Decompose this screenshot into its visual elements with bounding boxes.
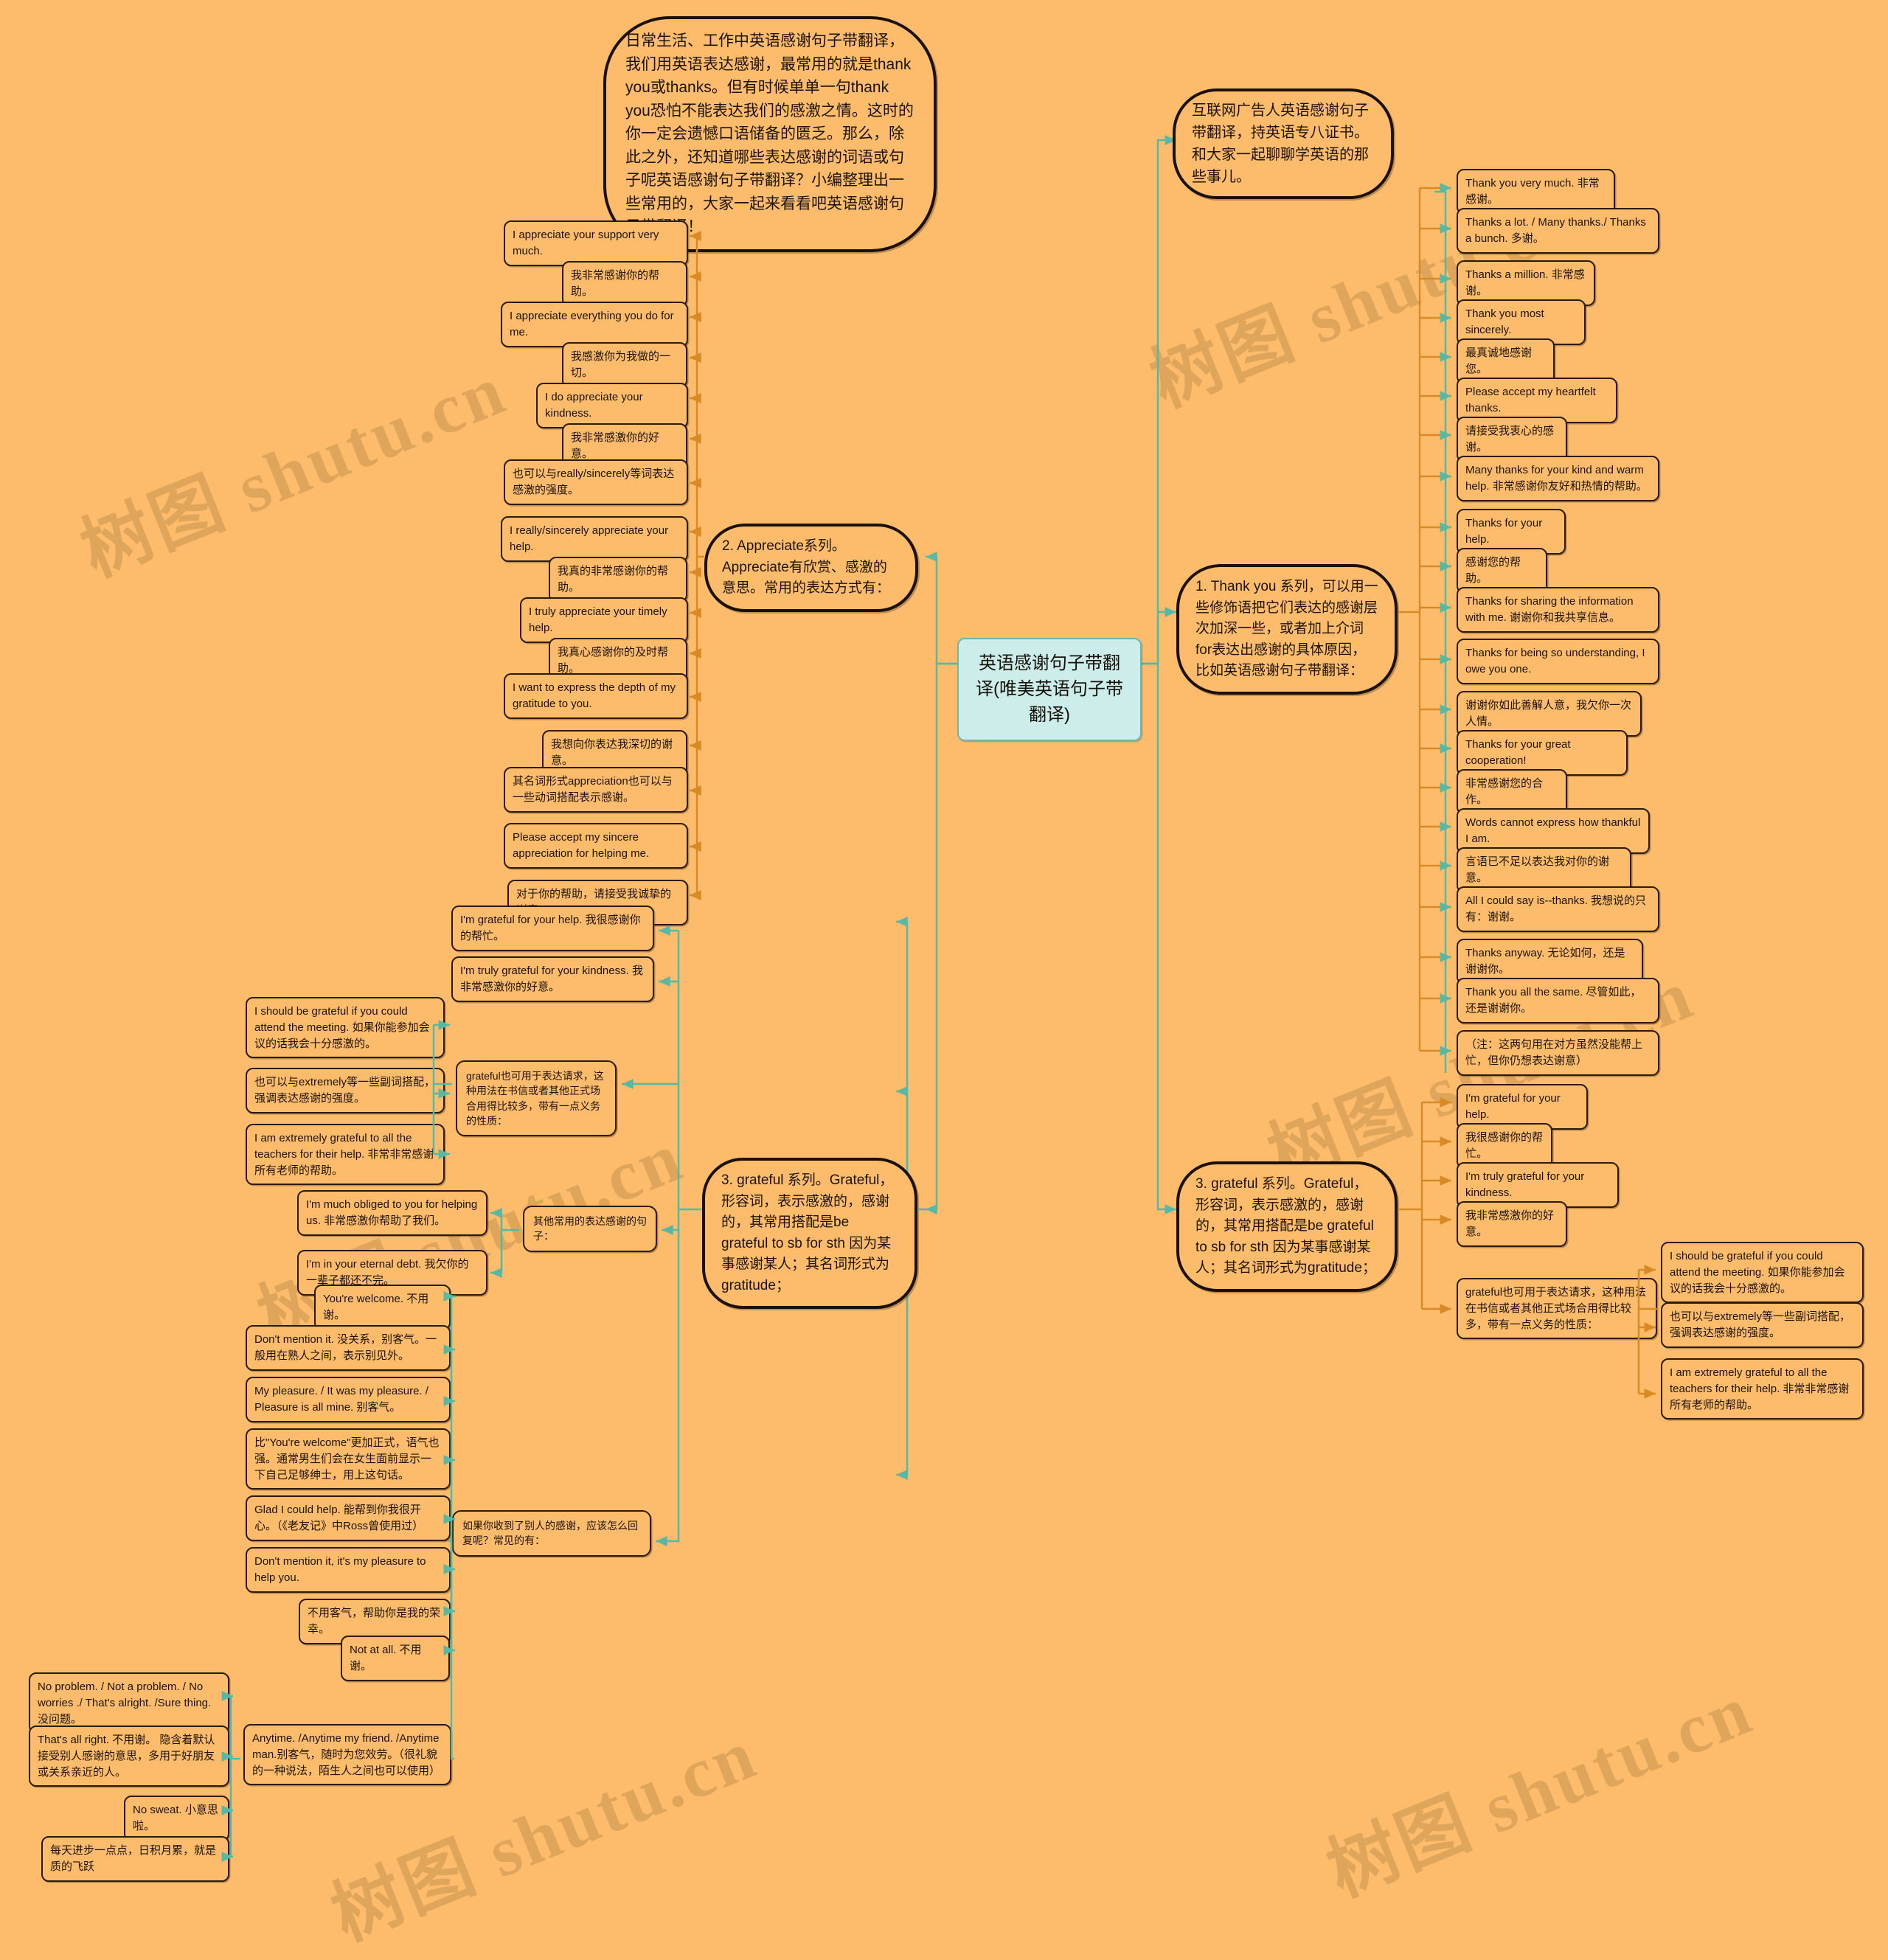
leaf-grateful-req-right-1[interactable]: 也可以与extremely等一些副词搭配，强调表达感谢的强度。 bbox=[1661, 1302, 1864, 1348]
leaf-grateful-req-left-2[interactable]: I am extremely grateful to all the teach… bbox=[246, 1124, 445, 1186]
cloud-appreciate-branch[interactable]: 2. Appreciate系列。Appreciate有欣赏、感激的意思。常用的表… bbox=[704, 524, 918, 612]
cloud-grateful-branch-left[interactable]: 3. grateful 系列。Grateful，形容词，表示感激的，感谢的，其常… bbox=[702, 1158, 917, 1309]
cloud-intro: 日常生活、工作中英语感谢句子带翻译，我们用英语表达感谢，最常用的就是thank … bbox=[603, 16, 937, 252]
leaf-grateful-req-left-0[interactable]: I should be grateful if you could attend… bbox=[246, 997, 445, 1059]
node-other-expressions[interactable]: 其他常用的表达感谢的句子： bbox=[523, 1206, 657, 1252]
leaf-anytime-2[interactable]: No sweat. 小意思啦。 bbox=[124, 1796, 229, 1841]
leaf-reply-4[interactable]: Glad I could help. 能帮到你我很开心。（《老友记》中Ross曾… bbox=[246, 1495, 451, 1541]
leaf-appreciate-1[interactable]: 我非常感谢你的帮助。 bbox=[562, 261, 687, 307]
leaf-appreciate-8[interactable]: 我真的非常感谢你的帮助。 bbox=[549, 557, 687, 602]
leaf-thankyou-11[interactable]: Thanks for being so understanding, I owe… bbox=[1457, 639, 1659, 684]
mindmap-canvas: 树图 shutu.cn 树图 shutu.cn 树图 shutu.cn 树图 s… bbox=[0, 0, 1888, 1956]
cloud-grateful-branch-right[interactable]: 3. grateful 系列。Grateful，形容词，表示感激的，感谢的，其常… bbox=[1176, 1161, 1398, 1292]
leaf-thankyou-10[interactable]: Thanks for sharing the information with … bbox=[1457, 587, 1659, 633]
leaf-reply-3[interactable]: 比"You're welcome"更加正式，语气也强。通常男生们会在女生面前显示… bbox=[246, 1428, 451, 1490]
leaf-reply-5[interactable]: Don't mention it, it's my pleasure to he… bbox=[246, 1547, 451, 1593]
leaf-grateful-left-1[interactable]: I'm truly grateful for your kindness. 我非… bbox=[451, 956, 654, 1002]
leaf-grateful-req-right-2[interactable]: I am extremely grateful to all the teach… bbox=[1661, 1358, 1864, 1420]
leaf-thankyou-20[interactable]: （注：这两句用在对方虽然没能帮上忙，但你仍想表达谢意） bbox=[1457, 1030, 1659, 1076]
node-grateful-request-left[interactable]: grateful也可用于表达请求，这种用法在书信或者其他正式场合用得比较多，带有… bbox=[456, 1060, 617, 1137]
leaf-anytime-0[interactable]: No problem. / Not a problem. / No worrie… bbox=[29, 1672, 229, 1734]
leaf-appreciate-4[interactable]: I do appreciate your kindness. bbox=[536, 383, 688, 428]
leaf-thankyou-19[interactable]: Thank you all the same. 尽管如此，还是谢谢你。 bbox=[1457, 978, 1659, 1024]
leaf-appreciate-6[interactable]: 也可以与really/sincerely等词表达感激的强度。 bbox=[504, 459, 688, 505]
leaf-appreciate-13[interactable]: 其名词形式appreciation也可以与一些动词搭配表示感谢。 bbox=[504, 767, 688, 813]
leaf-appreciate-3[interactable]: 我感激你为我做的一切。 bbox=[562, 342, 687, 388]
leaf-appreciate-14[interactable]: Please accept my sincere appreciation fo… bbox=[504, 823, 688, 869]
node-grateful-request-right[interactable]: grateful也可用于表达请求，这种用法在书信或者其他正式场合用得比较多，带有… bbox=[1457, 1278, 1657, 1340]
leaf-grateful-req-right-0[interactable]: I should be grateful if you could attend… bbox=[1661, 1242, 1864, 1304]
leaf-reply-0[interactable]: You're welcome. 不用谢。 bbox=[314, 1285, 451, 1330]
leaf-thankyou-17[interactable]: All I could say is--thanks. 我想说的只有：谢谢。 bbox=[1457, 886, 1659, 932]
leaf-appreciate-7[interactable]: I really/sincerely appreciate your help. bbox=[501, 516, 688, 562]
watermark: 树图 shutu.cn bbox=[70, 350, 517, 591]
node-anytime[interactable]: Anytime. /Anytime my friend. /Anytime ma… bbox=[243, 1724, 451, 1786]
leaf-appreciate-0[interactable]: I appreciate your support very much. bbox=[504, 220, 688, 266]
leaf-grateful-req-left-1[interactable]: 也可以与extremely等一些副词搭配，强调表达感谢的强度。 bbox=[246, 1068, 445, 1113]
node-reply-branch[interactable]: 如果你收到了别人的感谢，应该怎么回复呢？常见的有： bbox=[452, 1510, 651, 1557]
cloud-author: 互联网广告人英语感谢句子带翻译，持英语专八证书。和大家一起聊聊学英语的那些事儿。 bbox=[1173, 88, 1394, 199]
leaf-thankyou-1[interactable]: Thanks a lot. / Many thanks./ Thanks a b… bbox=[1457, 208, 1659, 254]
leaf-reply-7[interactable]: Not at all. 不用谢。 bbox=[341, 1636, 450, 1681]
leaf-appreciate-11[interactable]: I want to express the depth of my gratit… bbox=[504, 673, 688, 719]
leaf-reply-1[interactable]: Don't mention it. 没关系，别客气。一般用在熟人之间，表示别见外… bbox=[246, 1325, 451, 1371]
leaf-appreciate-2[interactable]: I appreciate everything you do for me. bbox=[501, 302, 688, 347]
cloud-thankyou-branch[interactable]: 1. Thank you 系列，可以用一些修饰语把它们表达的感谢层次加深一些，或… bbox=[1176, 564, 1398, 695]
leaf-grateful-right-3[interactable]: 我非常感激你的好意。 bbox=[1457, 1201, 1567, 1247]
root-node[interactable]: 英语感谢句子带翻译(唯美英语句子带翻译) bbox=[957, 638, 1142, 742]
leaf-appreciate-9[interactable]: I truly appreciate your timely help. bbox=[520, 597, 688, 643]
leaf-thankyou-7[interactable]: Many thanks for your kind and warm help.… bbox=[1457, 456, 1659, 501]
leaf-other-expr-0[interactable]: I'm much obliged to you for helping us. … bbox=[297, 1190, 487, 1236]
leaf-grateful-left-0[interactable]: I'm grateful for your help. 我很感谢你的帮忙。 bbox=[451, 906, 654, 951]
leaf-reply-2[interactable]: My pleasure. / It was my pleasure. / Ple… bbox=[246, 1377, 451, 1422]
leaf-anytime-3[interactable]: 每天进步一点点，日积月累，就是质的飞跃 bbox=[41, 1836, 229, 1882]
leaf-anytime-1[interactable]: That's all right. 不用谢。 隐含着默认接受别人感谢的意思，多用… bbox=[29, 1726, 229, 1787]
watermark: 树图 shutu.cn bbox=[1316, 1669, 1763, 1911]
